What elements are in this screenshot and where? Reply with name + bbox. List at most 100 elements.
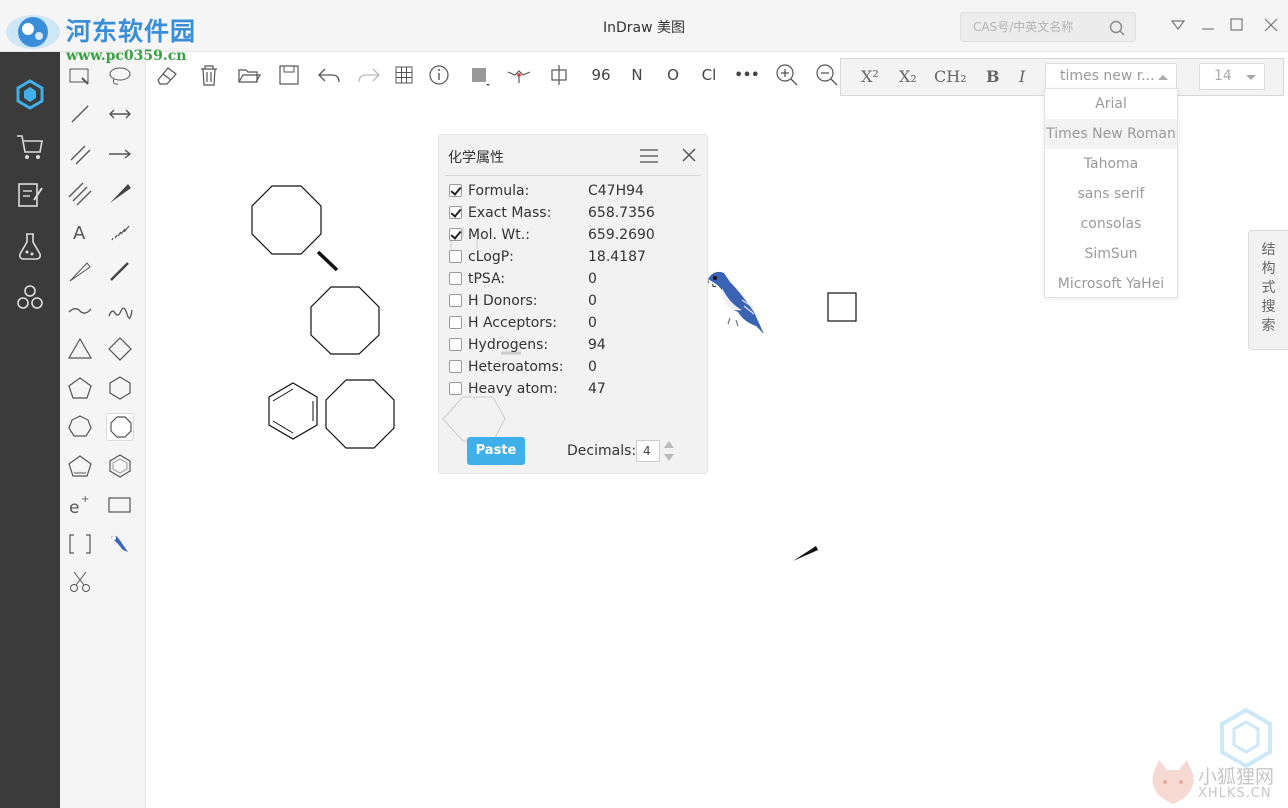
font-option-simsun[interactable]: SimSun [1045,239,1177,269]
search-input[interactable] [961,13,1101,41]
zoom-out-icon[interactable] [814,62,840,88]
left-nav-bar [0,52,60,808]
cyclopentadiene-icon[interactable] [66,452,94,480]
atom-count-button[interactable]: 96 [586,62,616,88]
font-option-consolas[interactable]: consolas [1045,209,1177,239]
square-ring-icon[interactable] [106,335,134,363]
decimals-input[interactable]: 4 [636,440,660,462]
close-icon[interactable] [1263,17,1279,33]
hexagon-ring-icon[interactable] [106,374,134,402]
electron-icon[interactable]: e + [66,491,94,519]
image-bird-icon[interactable] [106,530,134,558]
move-icon[interactable] [106,100,134,128]
flask-icon[interactable] [14,230,46,262]
structure-hexagon-icon[interactable] [14,78,46,110]
redo-icon[interactable] [356,62,382,88]
rectangle-shape[interactable] [827,292,857,322]
wedge-bond-icon[interactable] [106,179,134,207]
edit-note-icon[interactable] [14,178,46,210]
undo-icon[interactable] [316,62,342,88]
italic-button[interactable]: I [1019,67,1025,86]
hydrogens-checkbox[interactable] [449,338,462,351]
h-donors-checkbox[interactable] [449,294,462,307]
open-folder-icon[interactable] [236,62,262,88]
rectangle-shape-icon[interactable] [106,491,134,519]
bold-button[interactable]: B [986,67,1000,86]
trash-icon[interactable] [196,62,222,88]
watermark-url: XHLKS.CN [1198,786,1272,801]
cart-icon[interactable] [14,130,46,162]
heavy-atom-checkbox[interactable] [449,382,462,395]
more-atoms-button[interactable]: ••• [732,62,762,88]
h-acceptors-checkbox[interactable] [449,316,462,329]
benzene-ring-icon[interactable] [106,452,134,480]
clogp-checkbox[interactable] [449,250,462,263]
nitrogen-atom-button[interactable]: N [624,62,650,88]
heptagon-ring-icon[interactable] [66,413,94,441]
exact-mass-checkbox[interactable] [449,206,462,219]
bond-angle-icon[interactable] [506,62,532,88]
pentagon-ring-icon[interactable] [66,374,94,402]
minimize-icon[interactable] [1200,17,1216,33]
font-size-select[interactable]: 14 [1199,63,1265,90]
scissors-icon[interactable] [66,568,94,596]
paste-button[interactable]: Paste [467,437,525,465]
menu-icon[interactable] [638,147,660,165]
property-name: Exact Mass: [468,205,552,221]
fox-watermark-icon [1152,760,1194,804]
chlorine-atom-button[interactable]: Cl [696,62,722,88]
search-box[interactable] [960,12,1136,42]
triangle-ring-icon[interactable] [66,335,94,363]
close-dialog-icon[interactable] [681,147,697,163]
bond-line[interactable] [316,250,339,272]
octagon-ring-icon[interactable] [106,413,134,441]
info-icon[interactable] [426,62,452,88]
wedge-bond[interactable] [793,546,818,561]
options-dropdown-icon[interactable] [1170,17,1186,33]
bird-image[interactable] [702,271,764,334]
text-tool-icon[interactable]: A [66,218,94,246]
molecule-icon[interactable] [14,282,46,314]
font-option-times-new-roman[interactable]: Times New Roman [1045,119,1177,149]
wavy-bond-icon[interactable] [106,296,134,324]
formula-checkbox[interactable] [449,184,462,197]
maximize-icon[interactable] [1229,17,1245,33]
stepper-arrows-icon[interactable] [663,439,675,463]
benzene-structure[interactable] [268,382,318,440]
search-icon[interactable] [1109,20,1125,36]
subscript-button[interactable]: X₂ [899,67,917,86]
hollow-wedge-icon[interactable] [66,257,94,285]
property-value: C47H94 [588,183,644,199]
font-option-microsoft-yahei[interactable]: Microsoft YaHei [1045,269,1177,299]
bracket-icon[interactable] [66,530,94,558]
oxygen-atom-button[interactable]: O [660,62,686,88]
ch2-button[interactable]: CH₂ [934,67,967,86]
font-family-select[interactable]: times new r... [1045,63,1177,90]
double-bond-icon[interactable] [66,140,94,168]
font-option-sans-serif[interactable]: sans serif [1045,179,1177,209]
align-icon[interactable] [546,62,572,88]
bold-bond-icon[interactable] [106,257,134,285]
save-icon[interactable] [276,62,302,88]
grid-icon[interactable] [391,62,417,88]
hash-bond-icon[interactable] [106,218,134,246]
single-bond-icon[interactable] [66,100,94,128]
mol-wt-checkbox[interactable] [449,228,462,241]
lasso-icon[interactable] [106,62,134,90]
heteroatoms-checkbox[interactable] [449,360,462,373]
font-option-tahoma[interactable]: Tahoma [1045,149,1177,179]
fill-square-icon[interactable] [466,62,492,88]
octagon-structure[interactable] [325,379,395,449]
select-rect-icon[interactable] [66,62,94,90]
octagon-structure[interactable] [251,185,322,255]
svg-text:A: A [73,223,86,244]
zoom-in-icon[interactable] [774,62,800,88]
triple-bond-icon[interactable] [66,179,94,207]
arrow-icon[interactable] [106,140,134,168]
curve-icon[interactable] [66,296,94,324]
font-option-arial[interactable]: Arial [1045,89,1177,119]
superscript-button[interactable]: X² [861,67,879,86]
tpsa-checkbox[interactable] [449,272,462,285]
eraser-icon[interactable] [154,62,180,88]
octagon-structure[interactable] [310,286,380,355]
